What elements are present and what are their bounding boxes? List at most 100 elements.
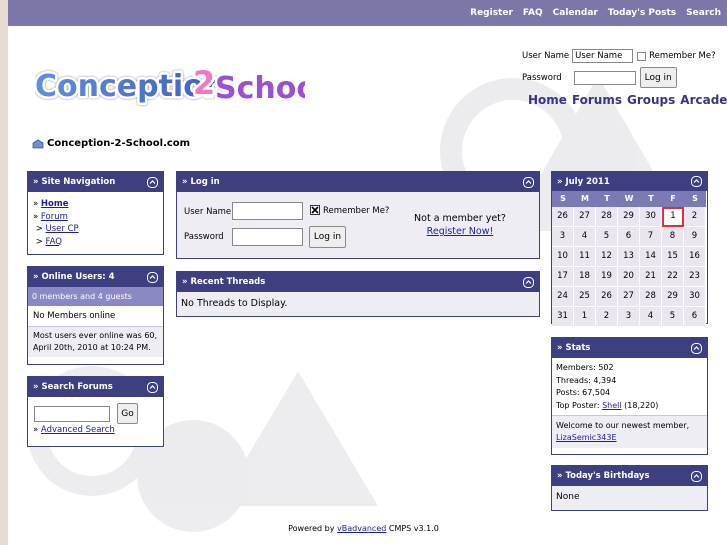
search-forums-input[interactable] [34,405,110,422]
footer-suffix: CMPS v3.1.0 [386,524,439,533]
topnav-calendar-link[interactable]: Calendar [553,8,598,18]
calendar-day-header: T [596,191,618,207]
calendar-day-header: T [640,191,662,207]
site-nav-item-forum: » Forum [33,211,158,224]
collapse-icon[interactable] [691,176,702,187]
birthdays-box: » Today's Birthdays None [551,465,708,511]
calendar-day[interactable]: 25 [574,287,596,307]
site-nav-item-prefix: » [33,199,41,209]
top-poster-link[interactable]: Shell [602,401,622,410]
login-box-title: » Log in [182,177,220,187]
calendar-day[interactable]: 18 [574,267,596,287]
calendar-day[interactable]: 28 [596,207,618,227]
site-navigation-title: » Site Navigation [33,177,116,187]
main-nav-groups[interactable]: Groups [627,93,675,107]
calendar-day[interactable]: 3 [552,227,574,247]
login-username-input[interactable] [232,202,303,220]
calendar-day[interactable]: 14 [640,247,662,267]
recent-threads-empty: No Threads to Display. [177,292,539,316]
calendar-day[interactable]: 27 [618,287,640,307]
login-password-input[interactable] [232,228,303,246]
calendar-day[interactable]: 26 [596,287,618,307]
stats-threads: Threads: 4,394 [556,375,617,385]
calendar-day[interactable]: 20 [618,267,640,287]
online-users-title: » Online Users: 4 [33,272,115,282]
calendar-day[interactable]: 30 [684,287,706,307]
calendar-day[interactable]: 8 [662,227,684,247]
calendar-day[interactable]: 9 [684,227,706,247]
site-nav-link-forum[interactable]: Forum [41,212,68,222]
calendar-day[interactable]: 31 [552,307,574,327]
login-box: » Log in User Name Remember Me? Password… [176,171,540,259]
header-remember-checkbox[interactable] [637,51,647,61]
calendar-day[interactable]: 1 [662,207,684,227]
calendar-day[interactable]: 29 [662,287,684,307]
calendar-day[interactable]: 4 [640,307,662,327]
birthdays-header: » Today's Birthdays [552,466,707,486]
calendar-day[interactable]: 2 [684,207,706,227]
stats-top-poster: Top Poster: Shell (18,220) [556,400,703,413]
calendar-day[interactable]: 22 [662,267,684,287]
login-remember-checkbox[interactable] [310,205,320,215]
collapse-icon[interactable] [523,176,534,188]
register-now-link[interactable]: Register Now! [427,226,494,237]
topnav-todays-posts-link[interactable]: Today's Posts [608,8,676,18]
calendar-day[interactable]: 23 [684,267,706,287]
calendar-day[interactable]: 21 [640,267,662,287]
conception2school-logo-image: Conception 2 School [35,62,305,109]
site-nav-item-prefix: » [33,211,41,222]
collapse-icon[interactable] [691,342,702,354]
calendar-day[interactable]: 10 [552,247,574,267]
site-logo[interactable]: Conception 2 School [35,60,305,112]
calendar-day[interactable]: 13 [618,247,640,267]
calendar-day[interactable]: 28 [640,287,662,307]
collapse-icon[interactable] [147,176,158,188]
online-users-box: » Online Users: 4 0 members and 4 guests… [27,266,164,365]
calendar-day[interactable]: 19 [596,267,618,287]
calendar-day[interactable]: 15 [662,247,684,267]
calendar-day[interactable]: 3 [618,307,640,327]
calendar-day[interactable]: 2 [596,307,618,327]
calendar-day[interactable]: 1 [574,307,596,327]
calendar-day[interactable]: 26 [552,207,574,227]
calendar-day[interactable]: 4 [574,227,596,247]
calendar-day[interactable]: 17 [552,267,574,287]
main-nav-home[interactable]: Home [528,93,567,107]
calendar-day[interactable]: 12 [596,247,618,267]
calendar-day[interactable]: 5 [662,307,684,327]
calendar-day[interactable]: 30 [640,207,662,227]
main-nav-forums[interactable]: Forums [572,93,622,107]
calendar-day[interactable]: 27 [574,207,596,227]
login-button[interactable]: Log in [309,226,346,248]
calendar-day-header: S [684,191,706,207]
collapse-icon[interactable] [147,381,158,393]
header-login-button[interactable]: Log in [639,67,677,88]
collapse-icon[interactable] [147,271,158,283]
calendar-day[interactable]: 29 [618,207,640,227]
site-nav-link-faq[interactable]: FAQ [46,237,62,247]
checkmark-icon [311,206,319,214]
stats-box: » Stats Members: 502 Threads: 4,394 Post… [551,337,708,455]
calendar-day[interactable]: 16 [684,247,706,267]
footer-vbadvanced-link[interactable]: vBadvanced [337,524,386,533]
header-username-input[interactable] [572,49,634,63]
calendar-day[interactable]: 6 [684,307,706,327]
topnav-search-link[interactable]: Search [686,8,721,18]
calendar-day[interactable]: 5 [596,227,618,247]
newest-member-link[interactable]: LizaSemic343E [556,433,617,442]
topnav-faq-link[interactable]: FAQ [523,8,543,18]
calendar-day[interactable]: 11 [574,247,596,267]
collapse-icon[interactable] [691,470,702,482]
stats-members: Members: 502 [556,363,614,372]
topnav-register-link[interactable]: Register [470,8,513,18]
advanced-search-link[interactable]: Advanced Search [41,425,115,435]
site-nav-link-user-cp[interactable]: User CP [46,224,79,234]
calendar-day[interactable]: 24 [552,287,574,307]
main-nav-arcade[interactable]: Arcade [680,93,727,107]
header-password-input[interactable] [573,70,636,85]
calendar-day[interactable]: 7 [640,227,662,247]
collapse-icon[interactable] [523,276,534,288]
site-nav-link-home[interactable]: Home [41,199,69,209]
search-go-button[interactable]: Go [117,403,138,424]
calendar-day[interactable]: 6 [618,227,640,247]
